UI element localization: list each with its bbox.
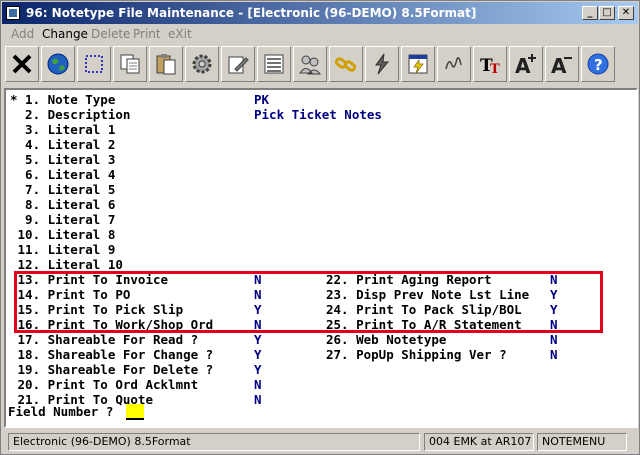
close-button[interactable]: ✕ bbox=[618, 6, 634, 20]
menu-bar: Add Change Delete Print eXit bbox=[2, 25, 638, 43]
app-icon[interactable] bbox=[6, 6, 20, 20]
list-icon bbox=[264, 54, 284, 74]
field-label: 19. Shareable For Delete ? bbox=[10, 362, 214, 377]
field-label: 26. Web Notetype bbox=[326, 332, 447, 347]
field-label: 6. Literal 4 bbox=[10, 167, 116, 182]
field-number-prompt: Field Number ? bbox=[8, 404, 114, 419]
font-tool-button[interactable]: TT bbox=[473, 46, 507, 82]
field-value[interactable]: N bbox=[254, 377, 262, 392]
paste-icon bbox=[156, 54, 176, 75]
field-number-input[interactable] bbox=[126, 404, 144, 420]
field-label: 18. Shareable For Change ? bbox=[10, 347, 214, 362]
field-label: 11. Literal 9 bbox=[10, 242, 116, 257]
field-label: * 1. Note Type bbox=[10, 92, 116, 107]
select-tool-button[interactable] bbox=[77, 46, 111, 82]
chain-icon bbox=[334, 57, 357, 72]
users-tool-button[interactable] bbox=[293, 46, 327, 82]
field-value[interactable]: Pick Ticket Notes bbox=[254, 107, 382, 122]
close-x-icon bbox=[12, 54, 32, 74]
svg-text:?: ? bbox=[594, 56, 603, 74]
font-larger-tool-button[interactable]: A bbox=[509, 46, 543, 82]
terminal-screen: * 1. Note Type PK 2. Description Pick Ti… bbox=[4, 88, 638, 428]
list-tool-button[interactable] bbox=[257, 46, 291, 82]
field-label: 10. Literal 8 bbox=[10, 227, 116, 242]
font-smaller-tool-button[interactable]: A bbox=[545, 46, 579, 82]
field-value[interactable]: Y bbox=[254, 362, 262, 377]
status-company: Electronic (96-DEMO) 8.5Format bbox=[8, 433, 420, 451]
field-label: 3. Literal 1 bbox=[10, 122, 116, 137]
menu-exit[interactable]: eXit bbox=[168, 27, 192, 41]
field-label: 9. Literal 7 bbox=[10, 212, 116, 227]
globe-tool-button[interactable] bbox=[41, 46, 75, 82]
exit-tool-button[interactable] bbox=[5, 46, 39, 82]
maximize-button[interactable]: □ bbox=[599, 6, 615, 20]
field-label: 27. PopUp Shipping Ver ? bbox=[326, 347, 507, 362]
signature-icon bbox=[445, 57, 462, 70]
sign-tool-button[interactable] bbox=[437, 46, 471, 82]
status-bar: Electronic (96-DEMO) 8.5Format 004 EMK a… bbox=[4, 431, 638, 453]
settings-tool-button[interactable] bbox=[185, 46, 219, 82]
font-larger-icon: A bbox=[515, 54, 536, 77]
title-bar[interactable]: 96: Notetype File Maintenance - [Electro… bbox=[2, 2, 638, 24]
copy-icon bbox=[120, 54, 140, 74]
field-value[interactable]: N bbox=[254, 392, 262, 407]
link-tool-button[interactable] bbox=[329, 46, 363, 82]
field-value[interactable]: N bbox=[550, 347, 558, 362]
field-label: 8. Literal 6 bbox=[10, 197, 116, 212]
copy-tool-button[interactable] bbox=[113, 46, 147, 82]
field-value[interactable]: N bbox=[550, 332, 558, 347]
field-label: 17. Shareable For Read ? bbox=[10, 332, 199, 347]
gear-icon bbox=[192, 54, 212, 74]
help-icon: ? bbox=[587, 53, 609, 75]
field-label: 2. Description bbox=[10, 107, 131, 122]
field-label: 20. Print To Ord Acklmnt bbox=[10, 377, 199, 392]
field-value[interactable]: Y bbox=[254, 332, 262, 347]
status-session: 004 EMK at AR107 bbox=[424, 433, 534, 451]
toolbar: TT A A ? bbox=[2, 43, 638, 87]
menu-add[interactable]: Add bbox=[11, 27, 34, 41]
users-icon bbox=[299, 55, 322, 75]
font-smaller-icon: A bbox=[551, 54, 572, 77]
menu-delete[interactable]: Delete bbox=[91, 27, 130, 41]
minimize-button[interactable]: _ bbox=[582, 6, 598, 20]
field-label: 7. Literal 5 bbox=[10, 182, 116, 197]
calendar-icon bbox=[408, 54, 428, 74]
menu-print[interactable]: Print bbox=[133, 27, 161, 41]
calendar-tool-button[interactable] bbox=[401, 46, 435, 82]
lightning-icon bbox=[375, 53, 390, 75]
edit-icon bbox=[228, 56, 249, 74]
field-value[interactable]: PK bbox=[254, 92, 269, 107]
status-menu: NOTEMENU bbox=[537, 433, 627, 451]
paste-tool-button[interactable] bbox=[149, 46, 183, 82]
window-title: 96: Notetype File Maintenance - [Electro… bbox=[26, 6, 477, 20]
field-label: 12. Literal 10 bbox=[10, 257, 123, 272]
highlight-annotation-box bbox=[14, 271, 603, 333]
font-tt-icon: TT bbox=[480, 56, 500, 77]
globe-icon bbox=[47, 53, 69, 75]
help-tool-button[interactable]: ? bbox=[581, 46, 615, 82]
field-label: 4. Literal 2 bbox=[10, 137, 116, 152]
field-value[interactable]: Y bbox=[254, 347, 262, 362]
svg-text:T: T bbox=[490, 62, 500, 77]
select-box-icon bbox=[85, 55, 103, 73]
app-window: 96: Notetype File Maintenance - [Electro… bbox=[0, 0, 640, 455]
edit-tool-button[interactable] bbox=[221, 46, 255, 82]
execute-tool-button[interactable] bbox=[365, 46, 399, 82]
menu-change[interactable]: Change bbox=[42, 27, 88, 41]
field-label: 5. Literal 3 bbox=[10, 152, 116, 167]
